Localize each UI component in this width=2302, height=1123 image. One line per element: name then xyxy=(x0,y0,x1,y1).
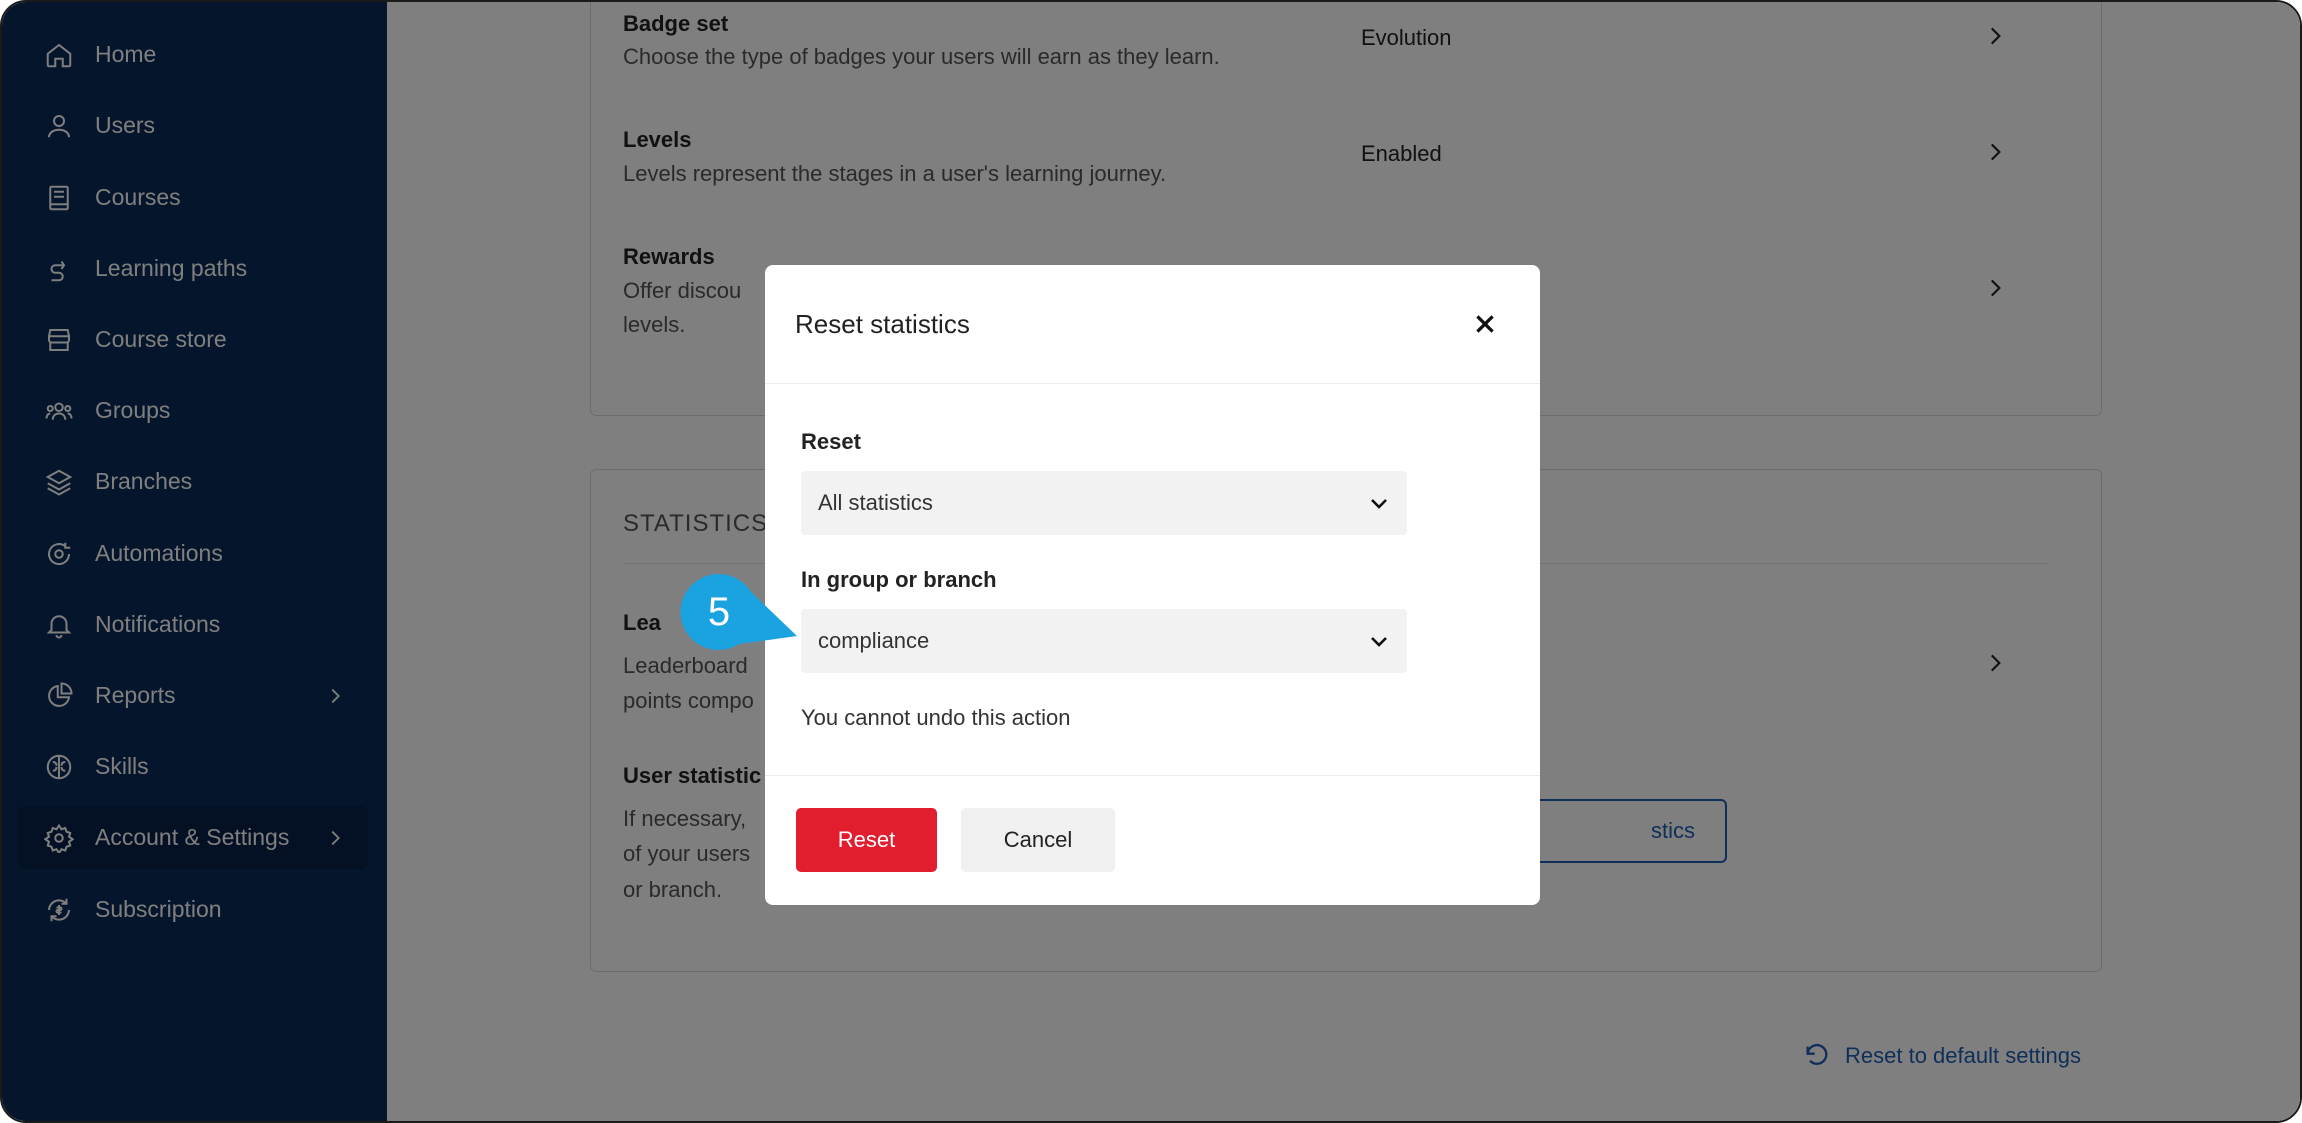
group-branch-select[interactable]: compliance xyxy=(801,609,1407,673)
cancel-button-label: Cancel xyxy=(1003,827,1073,852)
reset-field-label: Reset xyxy=(801,429,861,454)
cancel-button[interactable]: Cancel xyxy=(961,808,1115,872)
group-field-label: In group or branch xyxy=(801,567,997,592)
step-callout: 5 xyxy=(679,572,799,652)
dialog-footer-divider xyxy=(765,775,1540,776)
reset-statistics-dialog: Reset statistics Reset All statistics In… xyxy=(765,265,1540,905)
reset-select-value: All statistics xyxy=(818,490,933,515)
close-icon[interactable] xyxy=(1472,311,1498,337)
chevron-down-icon xyxy=(1367,491,1391,515)
reset-button[interactable]: Reset xyxy=(796,808,937,872)
dialog-header-divider xyxy=(765,383,1540,384)
dialog-title: Reset statistics xyxy=(795,309,970,339)
undo-warning: You cannot undo this action xyxy=(801,705,1071,730)
group-select-value: compliance xyxy=(818,628,930,653)
chevron-down-icon xyxy=(1367,629,1391,653)
reset-button-label: Reset xyxy=(837,827,896,852)
app-window: Home Users Courses Learning paths Course… xyxy=(0,0,2302,1123)
reset-select[interactable]: All statistics xyxy=(801,471,1407,535)
step-number: 5 xyxy=(707,589,731,634)
